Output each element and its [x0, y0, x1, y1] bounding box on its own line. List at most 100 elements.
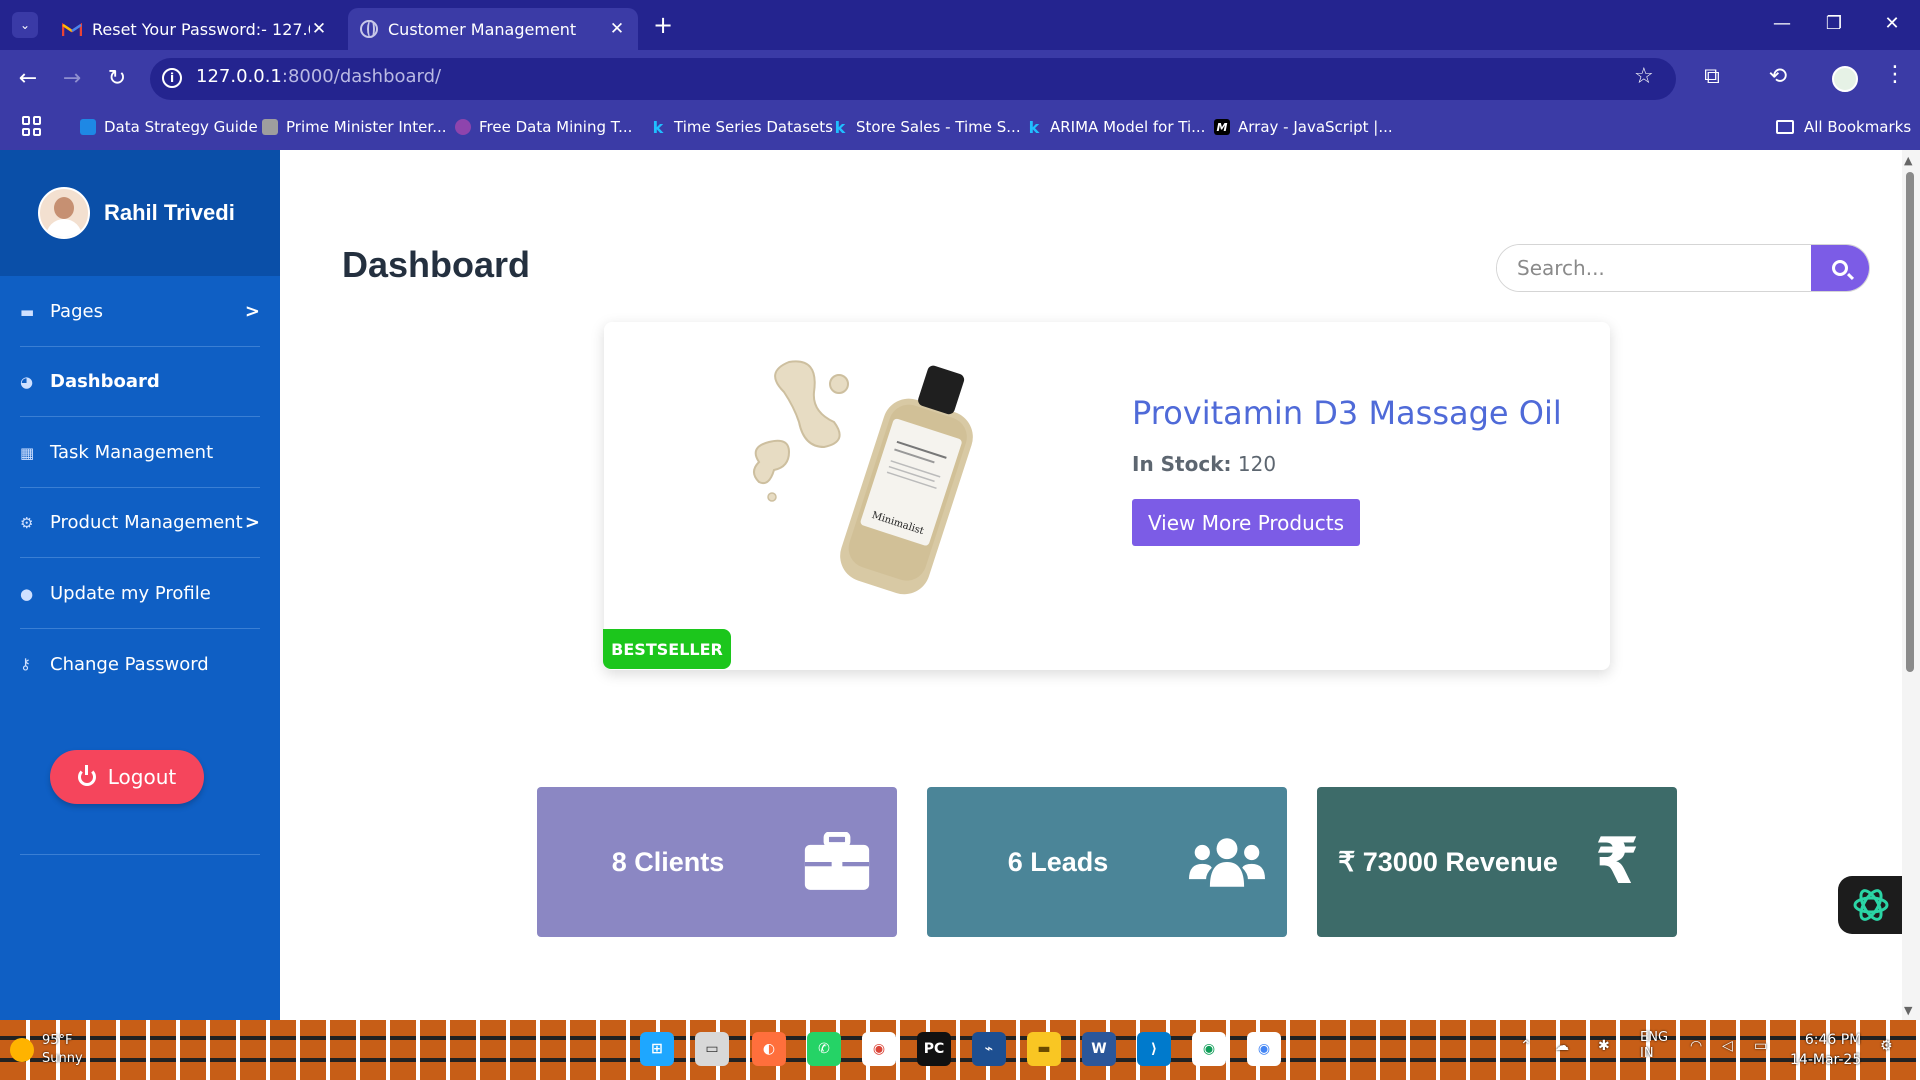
rupee-icon: ₹	[1594, 825, 1640, 899]
language-indicator[interactable]: ENG IN	[1640, 1030, 1668, 1062]
tab-search-button[interactable]: ⌄	[12, 12, 38, 38]
file-explorer-icon[interactable]: ▬	[1027, 1032, 1061, 1066]
scroll-down-arrow[interactable]: ▼	[1904, 1004, 1912, 1017]
new-tab-button[interactable]: +	[650, 10, 676, 40]
stat-label: 8 Clients	[611, 846, 725, 877]
logout-button[interactable]: Logout	[50, 750, 204, 804]
cogs-icon: ⚙	[20, 513, 34, 532]
start-icon[interactable]: ⊞	[640, 1032, 674, 1066]
url-text[interactable]: 127.0.0.1:8000/dashboard/	[196, 66, 441, 87]
taskbar	[0, 1020, 1920, 1080]
bookmark-item[interactable]: k Time Series Datasets	[650, 114, 833, 140]
briefcase-icon	[804, 832, 870, 890]
reload-button[interactable]: ↻	[101, 62, 133, 94]
restore-button[interactable]: ❐	[1814, 8, 1854, 38]
bluetooth-icon[interactable]: ✱	[1598, 1038, 1610, 1054]
bookmark-item[interactable]: Free Data Mining T...	[455, 114, 632, 140]
close-window-button[interactable]: ✕	[1872, 8, 1912, 38]
chrome-profile-icon[interactable]: ◉	[1247, 1032, 1281, 1066]
tab-customer-management[interactable]: Customer Management ✕	[348, 8, 638, 50]
task-view-icon[interactable]: ▭	[695, 1032, 729, 1066]
power-icon	[77, 765, 96, 786]
extensions-icon[interactable]: ⧉	[1697, 64, 1727, 89]
stock-info: In Stock: 120	[1132, 452, 1276, 476]
sidebar-item-label: Task Management	[50, 442, 214, 463]
sidebar-item-label: Update my Profile	[50, 583, 211, 604]
search-button[interactable]	[1811, 245, 1869, 291]
sidebar-item-task-management[interactable]: ▦ Task Management	[20, 418, 260, 488]
stat-label: ₹ 73000 Revenue	[1338, 846, 1558, 877]
sidebar-item-product-management[interactable]: ⚙ Product Management >	[20, 488, 260, 558]
sidebar-item-update-profile[interactable]: ● Update my Profile	[20, 559, 260, 629]
volume-icon[interactable]: ◁	[1722, 1038, 1733, 1054]
bookmark-label: Array - JavaScript |...	[1238, 118, 1393, 136]
kaggle-icon: k	[1028, 117, 1040, 137]
chevron-right-icon: >	[244, 512, 260, 533]
copilot-icon[interactable]: ◐	[752, 1032, 786, 1066]
bookmark-item[interactable]: M Array - JavaScript |...	[1214, 114, 1393, 140]
system-clock[interactable]: 6:46 PM 14-Mar-25	[1790, 1030, 1861, 1070]
search-input[interactable]	[1497, 245, 1811, 291]
bookmark-star-icon[interactable]: ☆	[1634, 64, 1654, 89]
close-icon[interactable]: ✕	[608, 19, 626, 39]
battery-icon[interactable]: ▭	[1754, 1038, 1767, 1054]
site-info-icon[interactable]: i	[162, 68, 182, 88]
sidebar-item-change-password[interactable]: ⚷ Change Password	[20, 629, 260, 699]
chrome-icon[interactable]: ◉	[862, 1032, 896, 1066]
bestseller-badge: BESTSELLER	[603, 629, 731, 669]
wifi-icon[interactable]: ◠	[1690, 1038, 1702, 1054]
vscode-icon[interactable]: ⟩	[1137, 1032, 1171, 1066]
back-button[interactable]: ←	[12, 62, 44, 94]
forward-button[interactable]: →	[56, 62, 88, 94]
bookmark-item[interactable]: Prime Minister Inter...	[262, 114, 447, 140]
stat-card-clients: 8 Clients	[537, 787, 897, 937]
profile-avatar[interactable]	[1832, 66, 1858, 92]
history-icon[interactable]: ⟲	[1763, 64, 1793, 89]
clock-date: 14-Mar-25	[1790, 1052, 1862, 1068]
clock-time: 6:46 PM	[1804, 1032, 1862, 1048]
logout-label: Logout	[107, 765, 177, 789]
notification-icon[interactable]: ⚙	[1880, 1038, 1893, 1054]
folder-icon	[1776, 120, 1794, 134]
word-icon[interactable]: W	[1082, 1032, 1116, 1066]
all-bookmarks[interactable]: All Bookmarks	[1776, 114, 1911, 140]
bookmark-item[interactable]: k Store Sales - Time S...	[832, 114, 1021, 140]
menu-icon[interactable]: ⋮	[1884, 62, 1906, 87]
all-bookmarks-label: All Bookmarks	[1804, 118, 1912, 136]
user-name: Rahil Trivedi	[104, 200, 235, 225]
apps-icon[interactable]	[22, 116, 42, 136]
bookmark-label: Store Sales - Time S...	[856, 118, 1021, 136]
tray-chevron-icon[interactable]: ⌃	[1520, 1038, 1532, 1054]
sidebar-item-label: Pages	[50, 301, 103, 322]
avatar	[38, 187, 90, 239]
mining-icon	[455, 119, 471, 135]
flag-icon	[262, 119, 278, 135]
weather-widget[interactable]: 95°F Sunny	[10, 1030, 83, 1070]
minimize-button[interactable]: —	[1762, 8, 1802, 38]
mysql-workbench-icon[interactable]: ⌁	[972, 1032, 1006, 1066]
sidebar-item-pages[interactable]: ▬ Pages >	[20, 277, 260, 347]
language-label: ENG	[1640, 1030, 1669, 1045]
bookmark-label: Data Strategy Guide	[104, 118, 258, 136]
bookmark-item[interactable]: Data Strategy Guide	[80, 114, 258, 140]
scroll-up-arrow[interactable]: ▲	[1904, 154, 1912, 167]
chrome-profile-icon[interactable]: ◉	[1192, 1032, 1226, 1066]
pycharm-icon[interactable]: PC	[917, 1032, 951, 1066]
scrollbar-thumb[interactable]	[1906, 172, 1914, 672]
cloud-icon	[80, 119, 96, 135]
bookmark-label: Free Data Mining T...	[479, 118, 633, 136]
stock-label: In Stock:	[1132, 452, 1232, 476]
tab-reset-password[interactable]: Reset Your Password:- 127.0.0.1 ✕	[50, 8, 340, 50]
key-icon: ⚷	[20, 655, 31, 673]
whatsapp-icon[interactable]: ✆	[807, 1032, 841, 1066]
close-icon[interactable]: ✕	[310, 19, 328, 39]
weather-condition: Sunny	[42, 1051, 83, 1066]
view-more-products-button[interactable]: View More Products	[1132, 499, 1360, 546]
sidebar-divider	[20, 854, 260, 855]
product-name: Provitamin D3 Massage Oil	[1132, 394, 1562, 432]
bookmark-item[interactable]: k ARIMA Model for Ti...	[1026, 114, 1206, 140]
sidebar-item-dashboard[interactable]: ◕ Dashboard	[20, 347, 260, 417]
openai-icon	[1853, 889, 1889, 921]
chatgpt-assistant-button[interactable]	[1838, 876, 1904, 934]
onedrive-icon[interactable]: ☁	[1555, 1038, 1569, 1054]
